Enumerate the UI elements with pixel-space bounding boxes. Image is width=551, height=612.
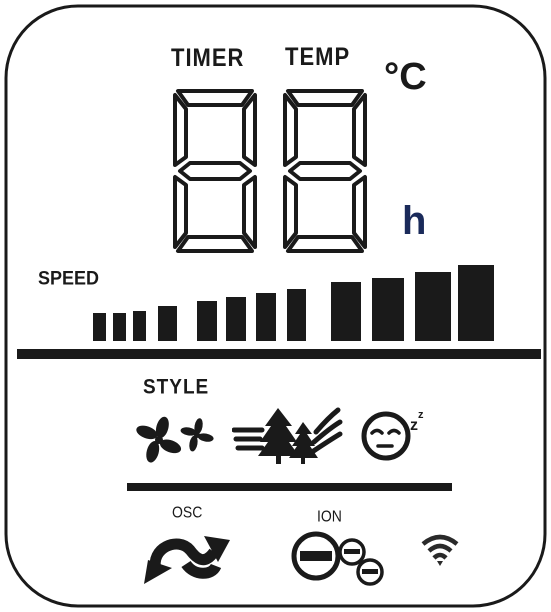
speed-bar-2 [113, 313, 126, 341]
fan-normal-icon[interactable] [136, 414, 218, 464]
natural-wind-icon[interactable] [232, 400, 344, 466]
divider-top [17, 349, 541, 359]
osc-label: OSC [172, 503, 203, 521]
speed-bar-5 [197, 301, 217, 341]
speed-bars [0, 0, 551, 612]
speed-bar-4 [158, 306, 177, 341]
style-label: STYLE [143, 375, 210, 400]
speed-bar-3 [133, 311, 146, 341]
oscillation-icon[interactable] [138, 526, 236, 590]
speed-bar-8 [287, 289, 306, 341]
speed-bar-11 [415, 272, 451, 341]
ion-label: ION [317, 507, 342, 525]
speed-bar-9 [331, 282, 361, 341]
speed-bar-7 [256, 293, 276, 341]
svg-text:z: z [418, 409, 424, 421]
speed-bar-10 [372, 278, 404, 341]
ion-icon[interactable] [288, 528, 388, 590]
svg-text:z: z [410, 417, 418, 434]
speed-bar-6 [226, 297, 246, 341]
wifi-icon[interactable] [420, 532, 460, 568]
sleep-mode-icon[interactable]: z z [358, 402, 430, 466]
speed-bar-1 [93, 313, 106, 341]
divider-bottom [127, 483, 452, 491]
speed-bar-12 [458, 265, 494, 341]
